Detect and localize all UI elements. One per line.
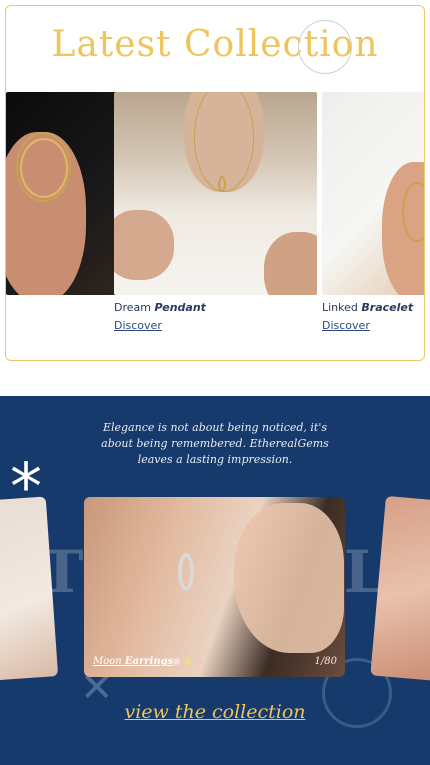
- product-name: Dream Pendant: [114, 301, 317, 314]
- product-name-prefix: Linked: [322, 301, 358, 314]
- discover-link[interactable]: Discover: [114, 319, 162, 332]
- pendant-icon: [218, 176, 226, 192]
- slide-counter: 1/80: [314, 656, 337, 667]
- product-name-emphasis: Pendant: [154, 301, 206, 314]
- featured-section: Elegance is not about being noticed, it'…: [0, 396, 430, 765]
- brand-quote: Elegance is not about being noticed, it'…: [101, 421, 329, 466]
- next-slide-card[interactable]: [370, 495, 430, 683]
- collection-card[interactable]: Linked Bracelet Discover: [322, 92, 424, 333]
- product-name-prefix: Dream: [114, 301, 151, 314]
- previous-slide-card[interactable]: [0, 496, 59, 682]
- section-title: Latest Collection: [51, 24, 379, 65]
- featured-product-name[interactable]: Moon Earrings: [93, 656, 173, 667]
- product-photo: [114, 92, 317, 295]
- featured-product-card[interactable]: Moon Earrings 1/80: [84, 497, 345, 677]
- view-collection-link[interactable]: view the collection: [0, 701, 430, 723]
- earring-icon: [178, 553, 194, 591]
- swatch-dot[interactable]: [195, 658, 202, 665]
- featured-name-prefix: Moon: [93, 656, 122, 667]
- product-photo: [322, 92, 424, 295]
- collection-card[interactable]: Dream Pendant Discover: [114, 92, 317, 333]
- product-name: Linked Bracelet: [322, 301, 424, 314]
- latest-collection-section: Latest Collection Dream Pendant Discover…: [5, 5, 425, 361]
- decorative-circle: [298, 20, 352, 74]
- product-name-emphasis: Bracelet: [361, 301, 414, 314]
- color-swatches: [173, 658, 202, 665]
- swatch-dot[interactable]: [184, 658, 191, 665]
- hand-image: [234, 503, 344, 653]
- collection-slider[interactable]: Dream Pendant Discover Linked Bracelet D…: [6, 92, 424, 333]
- swatch-dot[interactable]: [173, 658, 180, 665]
- discover-link[interactable]: Discover: [322, 319, 370, 332]
- featured-name-emphasis: Earrings: [124, 656, 174, 667]
